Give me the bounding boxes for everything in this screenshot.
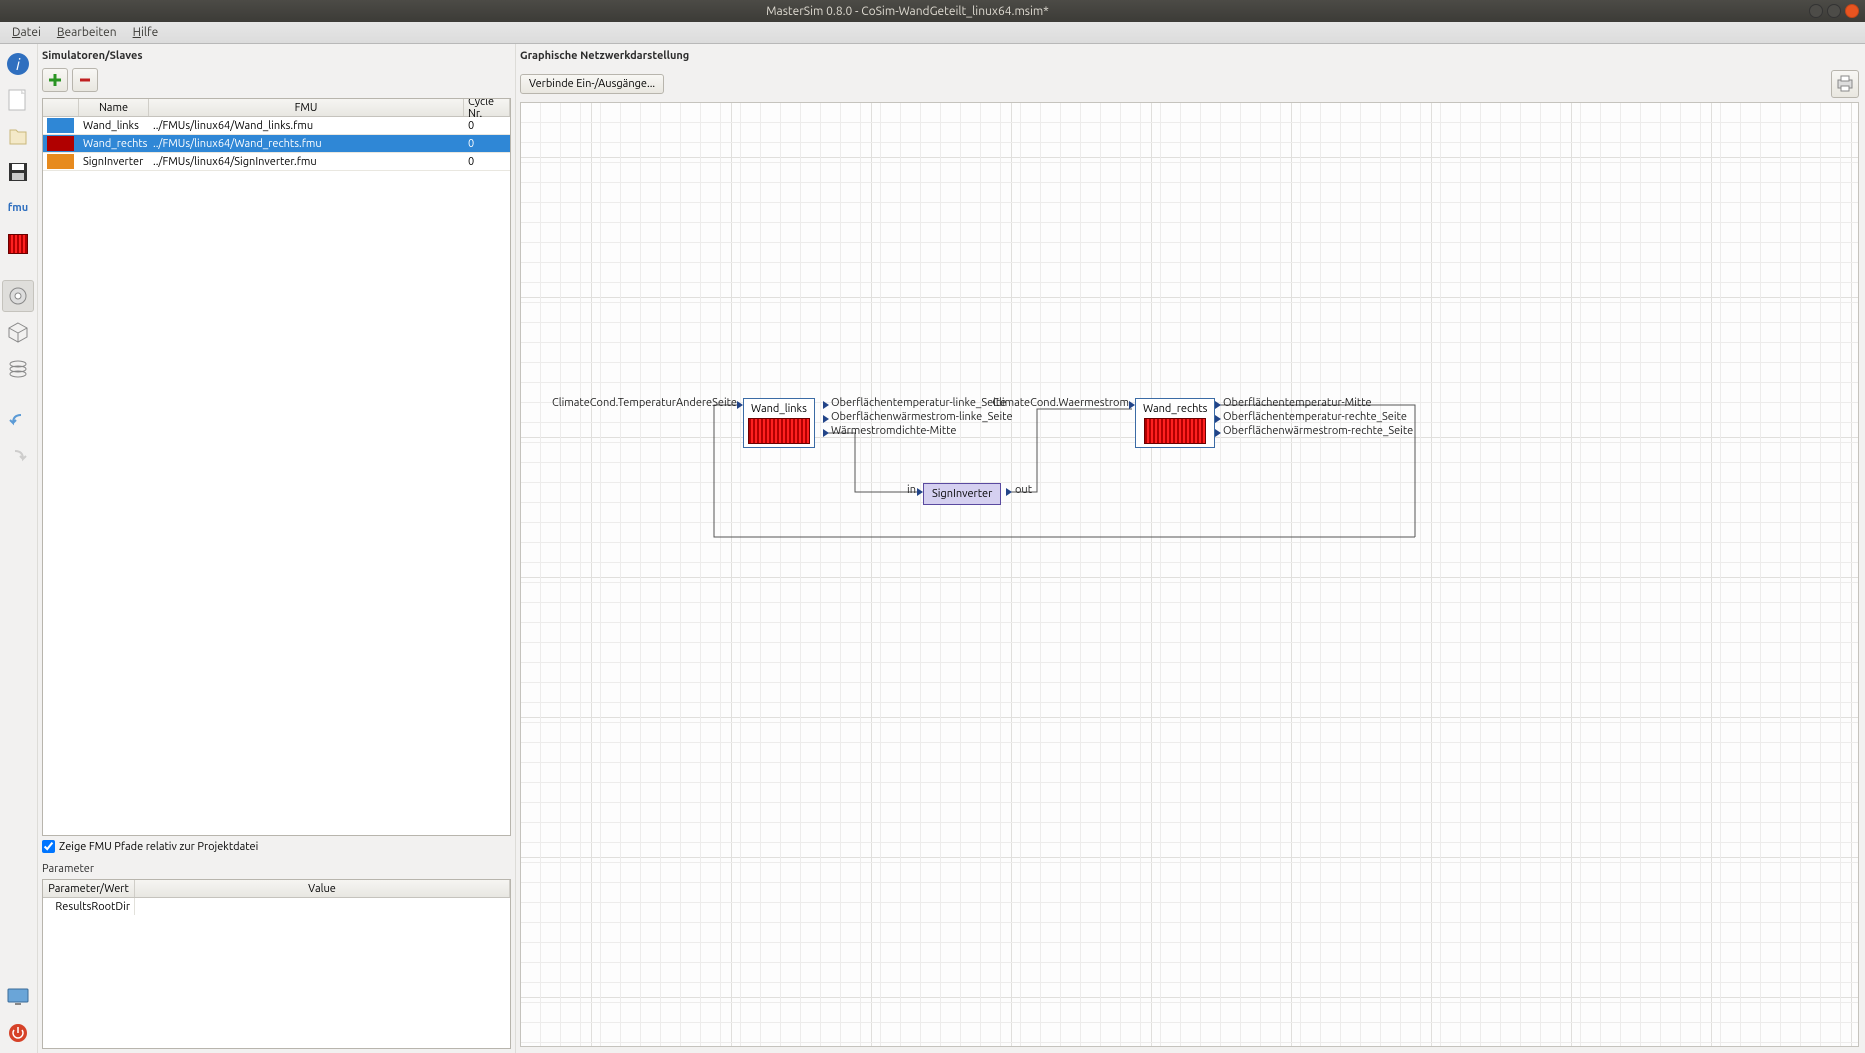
remove-slave-button[interactable] xyxy=(72,68,98,92)
col-fmu-header: FMU xyxy=(149,99,464,116)
parameter-table[interactable]: Parameter/Wert Value ResultsRootDir xyxy=(42,879,511,1049)
col-name-header: Name xyxy=(79,99,149,116)
menu-bar: Datei Bearbeiten Hilfe xyxy=(0,22,1865,44)
window-controls xyxy=(1809,4,1859,18)
port-out-tri xyxy=(1215,401,1221,409)
fmu-icon[interactable]: fmu xyxy=(2,192,34,224)
port-label: Oberflächenwärmestrom-linke_Seite xyxy=(831,411,1013,423)
col-param-header: Parameter/Wert xyxy=(43,880,135,897)
node-label: SignInverter xyxy=(932,488,992,500)
port-label: Oberflächentemperatur-linke_Seite xyxy=(831,397,1006,409)
connect-ports-button[interactable]: Verbinde Ein-/Ausgänge... xyxy=(520,74,664,94)
menu-datei[interactable]: Datei xyxy=(4,24,49,41)
info-icon[interactable]: i xyxy=(2,48,34,80)
port-out-tri xyxy=(1215,429,1221,437)
relative-path-label: Zeige FMU Pfade relativ zur Projektdatei xyxy=(59,841,258,853)
node-label: Wand_rechts xyxy=(1139,402,1211,416)
red-block-icon[interactable] xyxy=(2,228,34,260)
port-label: out xyxy=(1015,484,1032,496)
node-signinverter[interactable]: SignInverter xyxy=(923,483,1001,505)
param-row[interactable]: ResultsRootDir xyxy=(43,898,510,915)
layers-icon[interactable] xyxy=(2,352,34,384)
port-label: ClimateCond.Waermestrom xyxy=(992,397,1129,409)
slave-table-header: Name FMU Cycle Nr. xyxy=(43,99,510,117)
new-file-icon[interactable] xyxy=(2,84,34,116)
col-value-header: Value xyxy=(135,880,510,897)
redo-icon[interactable] xyxy=(2,440,34,472)
port-label: Oberflächentemperatur-rechte_Seite xyxy=(1223,411,1407,423)
network-panel-title: Graphische Netzwerkdarstellung xyxy=(520,44,689,66)
port-out-tri xyxy=(823,415,829,423)
relative-path-checkbox[interactable] xyxy=(42,840,55,853)
node-wand-links[interactable]: Wand_links xyxy=(743,398,815,448)
window-title: MasterSim 0.8.0 - CoSim-WandGeteilt_linu… xyxy=(6,5,1809,18)
slave-row[interactable]: Wand_links ../FMUs/linux64/Wand_links.fm… xyxy=(43,117,510,135)
gear-icon[interactable] xyxy=(2,280,34,312)
menu-hilfe[interactable]: Hilfe xyxy=(125,24,167,41)
port-out-tri xyxy=(1006,488,1012,496)
close-button[interactable] xyxy=(1845,4,1859,18)
parameter-panel-title: Parameter xyxy=(38,857,515,879)
relative-path-row: Zeige FMU Pfade relativ zur Projektdatei xyxy=(38,836,515,857)
node-wand-rechts[interactable]: Wand_rechts xyxy=(1135,398,1215,448)
col-cycle-header: Cycle Nr. xyxy=(464,99,510,116)
port-out-tri xyxy=(823,401,829,409)
monitor-icon[interactable] xyxy=(2,981,34,1013)
print-button[interactable] xyxy=(1831,70,1859,98)
slave-row[interactable]: Wand_rechts ../FMUs/linux64/Wand_rechts.… xyxy=(43,135,510,153)
port-out-tri xyxy=(823,429,829,437)
minimize-button[interactable] xyxy=(1809,4,1823,18)
network-panel: Graphische Netzwerkdarstellung Verbinde … xyxy=(516,44,1865,1053)
add-slave-button[interactable] xyxy=(42,68,68,92)
menu-bearbeiten[interactable]: Bearbeiten xyxy=(49,24,125,41)
network-canvas[interactable]: Wand_links ClimateCond.TemperaturAndereS… xyxy=(520,102,1859,1047)
maximize-button[interactable] xyxy=(1827,4,1841,18)
slave-row[interactable]: SignInverter ../FMUs/linux64/SignInverte… xyxy=(43,153,510,171)
port-out-tri xyxy=(1215,415,1221,423)
port-in-tri xyxy=(737,401,743,409)
title-bar: MasterSim 0.8.0 - CoSim-WandGeteilt_linu… xyxy=(0,0,1865,22)
save-icon[interactable] xyxy=(2,156,34,188)
port-label: in xyxy=(907,484,916,496)
slave-table[interactable]: Name FMU Cycle Nr. Wand_links ../FMUs/li… xyxy=(42,98,511,836)
wire-overlay xyxy=(521,103,1858,1046)
port-label: Oberflächentemperatur-Mitte xyxy=(1223,397,1372,409)
port-label: Oberflächenwärmestrom-rechte_Seite xyxy=(1223,425,1413,437)
node-thumbnail xyxy=(1144,418,1206,444)
node-thumbnail xyxy=(748,418,810,444)
port-in-tri xyxy=(917,488,923,496)
undo-icon[interactable] xyxy=(2,404,34,436)
node-label: Wand_links xyxy=(747,402,811,416)
power-icon[interactable] xyxy=(2,1017,34,1049)
cube-icon[interactable] xyxy=(2,316,34,348)
port-label: Wärmestromdichte-Mitte xyxy=(831,425,957,437)
slaves-panel-title: Simulatoren/Slaves xyxy=(38,44,515,66)
left-toolbar: i fmu xyxy=(0,44,38,1053)
port-label: ClimateCond.TemperaturAndereSeite xyxy=(552,397,737,409)
slaves-panel: Simulatoren/Slaves Name FMU Cycle Nr. xyxy=(38,44,516,1053)
port-in-tri xyxy=(1129,401,1135,409)
open-icon[interactable] xyxy=(2,120,34,152)
